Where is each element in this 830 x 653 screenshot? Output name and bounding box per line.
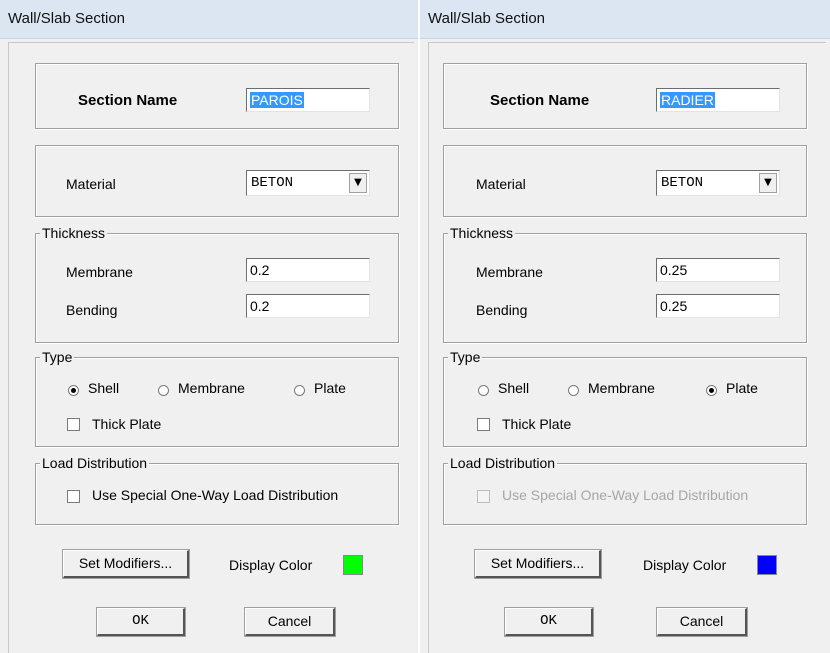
plate-label[interactable]: Plate	[726, 380, 758, 396]
shell-label[interactable]: Shell	[498, 380, 529, 396]
cancel-button[interactable]: Cancel	[656, 607, 748, 637]
thick-plate-label[interactable]: Thick Plate	[92, 416, 161, 432]
plate-radio[interactable]	[294, 385, 305, 396]
load-distribution-group: Load Distribution Use Special One-Way Lo…	[35, 454, 399, 525]
display-color-label: Display Color	[643, 557, 727, 573]
type-legend: Type	[448, 348, 483, 366]
plate-label[interactable]: Plate	[314, 380, 346, 396]
membrane-radio[interactable]	[158, 385, 169, 396]
thickness-legend: Thickness	[448, 224, 516, 242]
type-group: Type Shell Membrane Plate Thick Plate	[35, 348, 399, 447]
shell-radio[interactable]	[478, 385, 489, 396]
section-name-group: Section Name PAROIS	[35, 63, 399, 129]
one-way-load-label: Use Special One-Way Load Distribution	[502, 487, 749, 503]
section-name-input[interactable]: PAROIS	[246, 88, 370, 112]
thickness-group: Thickness Membrane 0.25 Bending 0.25	[443, 224, 807, 343]
display-color-swatch[interactable]	[757, 555, 777, 575]
membrane-type-label[interactable]: Membrane	[178, 380, 245, 396]
material-select[interactable]: BETON ▼	[246, 170, 370, 196]
wall-slab-section-dialog-parois: Wall/Slab Section Section Name PAROIS Ma…	[0, 0, 418, 653]
bending-label: Bending	[476, 302, 528, 318]
material-group: Material BETON ▼	[443, 145, 807, 217]
load-distribution-legend: Load Distribution	[40, 454, 150, 472]
shell-radio[interactable]	[68, 385, 79, 396]
bending-label: Bending	[66, 302, 118, 318]
membrane-radio[interactable]	[568, 385, 579, 396]
section-name-input[interactable]: RADIER	[656, 88, 780, 112]
dialog-title: Wall/Slab Section	[0, 0, 418, 39]
membrane-label: Membrane	[66, 264, 133, 280]
material-label: Material	[66, 176, 116, 192]
thick-plate-label[interactable]: Thick Plate	[502, 416, 571, 432]
thickness-legend: Thickness	[40, 224, 108, 242]
one-way-load-label[interactable]: Use Special One-Way Load Distribution	[92, 487, 338, 503]
one-way-load-checkbox[interactable]	[477, 490, 490, 503]
membrane-thickness-input[interactable]: 0.25	[656, 258, 780, 282]
type-legend: Type	[40, 348, 75, 366]
load-distribution-legend: Load Distribution	[448, 454, 558, 472]
membrane-thickness-input[interactable]: 0.2	[246, 258, 370, 282]
section-name-value: PAROIS	[250, 92, 304, 108]
membrane-label: Membrane	[476, 264, 543, 280]
thickness-group: Thickness Membrane 0.2 Bending 0.2	[35, 224, 399, 343]
one-way-load-checkbox[interactable]	[67, 490, 80, 503]
cancel-button[interactable]: Cancel	[244, 607, 336, 637]
load-distribution-group: Load Distribution Use Special One-Way Lo…	[443, 454, 807, 525]
dialog-body: Section Name RADIER Material BETON ▼ Thi…	[428, 42, 826, 653]
ok-button[interactable]: OK	[504, 607, 594, 637]
display-color-label: Display Color	[229, 557, 313, 573]
type-group: Type Shell Membrane Plate Thick Plate	[443, 348, 807, 447]
section-name-label: Section Name	[78, 92, 178, 109]
set-modifiers-button[interactable]: Set Modifiers...	[474, 549, 602, 579]
ok-button[interactable]: OK	[96, 607, 186, 637]
section-name-value: RADIER	[660, 92, 715, 108]
thick-plate-checkbox[interactable]	[477, 418, 490, 431]
bending-thickness-input[interactable]: 0.25	[656, 294, 780, 318]
dialog-title: Wall/Slab Section	[420, 0, 830, 39]
wall-slab-section-dialog-radier: Wall/Slab Section Section Name RADIER Ma…	[420, 0, 830, 653]
section-name-label: Section Name	[490, 92, 590, 109]
chevron-down-icon[interactable]: ▼	[349, 173, 367, 193]
thick-plate-checkbox[interactable]	[67, 418, 80, 431]
section-name-group: Section Name RADIER	[443, 63, 807, 129]
bending-thickness-input[interactable]: 0.2	[246, 294, 370, 318]
material-value: BETON	[661, 175, 704, 191]
display-color-swatch[interactable]	[343, 555, 363, 575]
membrane-type-label[interactable]: Membrane	[588, 380, 655, 396]
shell-label[interactable]: Shell	[88, 380, 119, 396]
set-modifiers-button[interactable]: Set Modifiers...	[62, 549, 190, 579]
material-label: Material	[476, 176, 526, 192]
plate-radio[interactable]	[706, 385, 717, 396]
dialog-body: Section Name PAROIS Material BETON ▼ Thi…	[8, 42, 414, 653]
material-select[interactable]: BETON ▼	[656, 170, 780, 196]
chevron-down-icon[interactable]: ▼	[759, 173, 777, 193]
material-group: Material BETON ▼	[35, 145, 399, 217]
material-value: BETON	[251, 175, 294, 191]
